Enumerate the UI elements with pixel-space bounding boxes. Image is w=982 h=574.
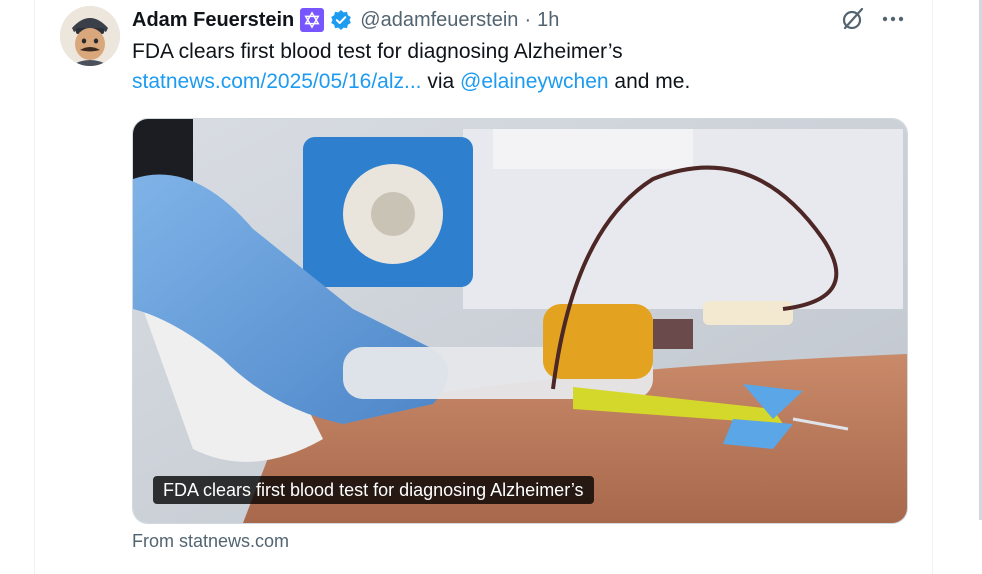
more-options-icon[interactable] <box>880 8 906 30</box>
avatar[interactable] <box>60 6 120 66</box>
card-caption: FDA clears first blood test for diagnosi… <box>153 476 594 504</box>
tweet-timestamp[interactable]: 1h <box>537 9 559 32</box>
card-image[interactable] <box>133 119 907 523</box>
avatar-image <box>60 6 120 66</box>
timeline-right-border <box>932 0 933 574</box>
author-handle[interactable]: @adamfeuerstein <box>360 9 518 32</box>
timeline-left-border <box>34 0 35 574</box>
suffix-text: and me. <box>608 70 691 93</box>
grok-icon[interactable] <box>840 6 866 32</box>
article-link[interactable]: statnews.com/2025/05/16/alz... <box>132 70 422 93</box>
via-text: via <box>421 70 461 93</box>
mention-link[interactable]: @elaineywchen <box>460 70 609 93</box>
author-name[interactable]: Adam Feuerstein <box>132 9 294 32</box>
star-of-david-icon <box>300 8 325 32</box>
tweet-text-line1: FDA clears first blood test for diagnosi… <box>132 40 623 63</box>
tweet-header: Adam Feuerstein @adamfeuerstein · 1h <box>132 6 559 34</box>
verified-badge-icon[interactable] <box>330 9 352 31</box>
link-card[interactable]: FDA clears first blood test for diagnosi… <box>132 118 908 524</box>
tweet-text-line2: statnews.com/2025/05/16/alz... via @elai… <box>132 70 690 94</box>
separator-dot: · <box>524 8 532 31</box>
card-source[interactable]: From statnews.com <box>132 531 289 552</box>
